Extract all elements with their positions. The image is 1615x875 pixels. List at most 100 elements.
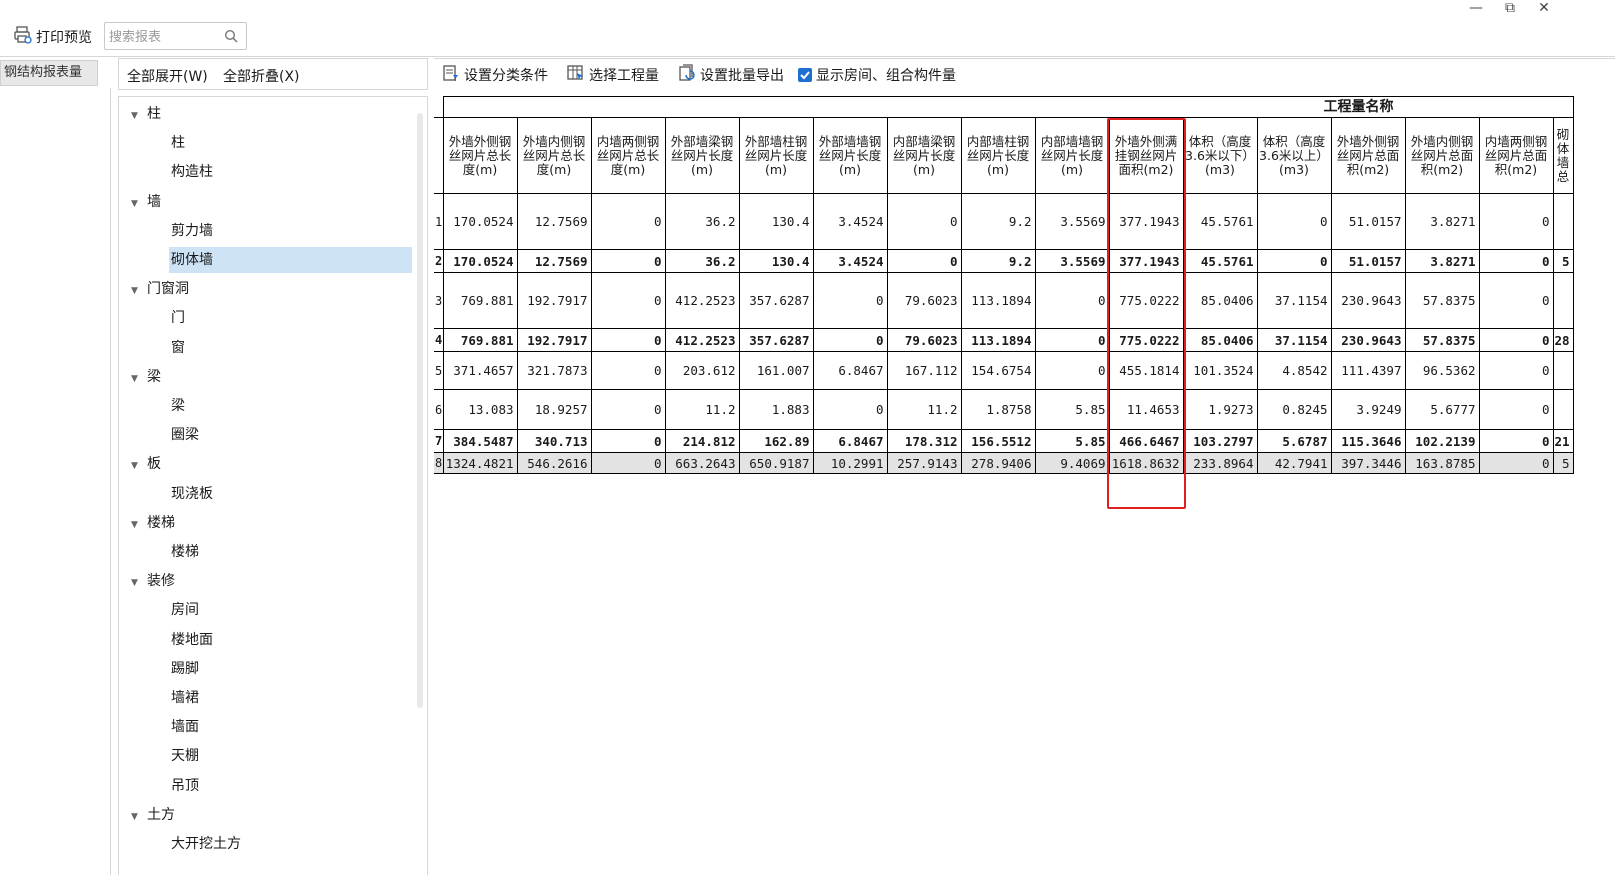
table-cell[interactable]: 11.2 [664, 389, 740, 430]
table-cell[interactable]: 371.4657 [442, 351, 518, 390]
column-header[interactable]: 外墙外侧钢丝网片总面积(m2) [1330, 117, 1406, 194]
tree-item[interactable]: 踢脚 [169, 656, 412, 682]
table-cell[interactable]: 103.2797 [1182, 429, 1258, 453]
tree-category[interactable]: ▼ 柱 [131, 101, 161, 127]
close-button[interactable]: ✕ [1531, 0, 1557, 18]
table-cell[interactable]: 0 [1256, 249, 1332, 273]
tree-category[interactable]: ▼ 门窗洞 [131, 276, 189, 302]
batch-export-button[interactable]: 设置批量导出 [678, 64, 784, 85]
table-cell[interactable]: 0 [1478, 249, 1554, 273]
table-cell[interactable]: 214.812 [664, 429, 740, 453]
table-cell[interactable]: 10.2991 [812, 452, 888, 474]
column-header[interactable]: 外部墙梁钢丝网片长度(m) [664, 117, 740, 194]
set-category-button[interactable]: 设置分类条件 [442, 65, 548, 85]
table-cell[interactable]: 3.9249 [1330, 389, 1406, 430]
table-cell[interactable]: 130.4 [738, 193, 814, 250]
table-cell[interactable]: 230.9643 [1330, 328, 1406, 352]
table-cell[interactable]: 111.4397 [1330, 351, 1406, 390]
table-cell[interactable]: 6.8467 [812, 429, 888, 453]
table-cell[interactable]: 192.7917 [516, 272, 592, 329]
tree-item[interactable]: 现浇板 [169, 481, 412, 507]
table-cell[interactable]: 1618.8632 [1108, 452, 1184, 474]
tree-item[interactable]: 窗 [169, 335, 412, 361]
table-cell[interactable]: 1.8758 [960, 389, 1036, 430]
table-cell[interactable]: 0 [590, 389, 666, 430]
tree-item[interactable]: 楼梯 [169, 539, 412, 565]
table-cell[interactable]: 0 [590, 351, 666, 390]
table-cell[interactable]: 1.9273 [1182, 389, 1258, 430]
table-cell[interactable]: 170.0524 [442, 193, 518, 250]
tree-category[interactable]: ▼ 装修 [131, 568, 175, 594]
report-search-input[interactable] [107, 24, 221, 50]
table-cell[interactable]: 96.5362 [1404, 351, 1480, 390]
table-cell[interactable]: 4.8542 [1256, 351, 1332, 390]
collapse-all-button[interactable]: 全部折叠(X) [223, 66, 300, 86]
restore-button[interactable]: ⧉ [1497, 0, 1523, 18]
tree-item[interactable]: 砌体墙 [169, 247, 412, 273]
table-cell[interactable]: 0 [1478, 452, 1554, 474]
column-header[interactable]: 体积（高度3.6米以下）(m3) [1182, 117, 1258, 194]
table-cell[interactable]: 9.4069 [1034, 452, 1110, 474]
table-row[interactable]: 5 371.4657 321.7873 0 203.612 161.007 6.8467 16… [434, 351, 1574, 390]
table-cell[interactable] [1552, 351, 1574, 390]
column-header[interactable]: 内部墙墙钢丝网片长度(m) [1034, 117, 1110, 194]
table-cell[interactable]: 0 [886, 249, 962, 273]
tree-item[interactable]: 梁 [169, 393, 412, 419]
table-row[interactable]: 7 384.5487 340.713 0 214.812 162.89 6.8467 178.… [434, 429, 1574, 453]
table-cell[interactable]: 769.881 [442, 328, 518, 352]
table-cell[interactable]: 0 [590, 429, 666, 453]
table-cell[interactable]: 663.2643 [664, 452, 740, 474]
table-cell[interactable] [1552, 389, 1574, 430]
expand-arrow-icon[interactable]: ▼ [131, 512, 147, 538]
table-cell[interactable]: 57.8375 [1404, 272, 1480, 329]
expand-arrow-icon[interactable]: ▼ [131, 804, 147, 830]
table-cell[interactable]: 101.3524 [1182, 351, 1258, 390]
tree-item[interactable]: 墙面 [169, 714, 412, 740]
column-header[interactable]: 外墙外侧满挂钢丝网片面积(m2) [1108, 117, 1184, 194]
table-cell[interactable]: 12.7569 [516, 249, 592, 273]
table-cell[interactable]: 5.6777 [1404, 389, 1480, 430]
tree-item[interactable]: 楼地面 [169, 627, 412, 653]
table-cell[interactable]: 12.7569 [516, 193, 592, 250]
table-cell[interactable]: 85.0406 [1182, 272, 1258, 329]
table-cell[interactable]: 769.881 [442, 272, 518, 329]
table-cell[interactable]: 0 [886, 193, 962, 250]
table-cell[interactable]: 37.1154 [1256, 272, 1332, 329]
table-cell[interactable]: 0 [1478, 389, 1554, 430]
column-header[interactable]: 内墙两侧钢丝网片总面积(m2) [1478, 117, 1554, 194]
tree-item[interactable]: 大开挖土方 [169, 831, 412, 857]
select-quantity-button[interactable]: 选择工程量 [567, 65, 659, 85]
expand-arrow-icon[interactable]: ▼ [131, 366, 147, 392]
checkbox-checked-icon[interactable] [798, 68, 812, 82]
table-cell[interactable]: 36.2 [664, 249, 740, 273]
table-cell[interactable]: 357.6287 [738, 328, 814, 352]
table-cell[interactable]: 3.8271 [1404, 249, 1480, 273]
table-cell[interactable]: 156.5512 [960, 429, 1036, 453]
table-cell[interactable]: 170.0524 [442, 249, 518, 273]
expand-arrow-icon[interactable]: ▼ [131, 191, 147, 217]
table-cell[interactable]: 42.7941 [1256, 452, 1332, 474]
table-cell[interactable]: 1.883 [738, 389, 814, 430]
table-cell[interactable]: 163.8785 [1404, 452, 1480, 474]
show-rooms-checkbox[interactable]: 显示房间、组合构件量 [798, 65, 956, 85]
table-cell[interactable]: 3.5569 [1034, 249, 1110, 273]
search-icon[interactable] [224, 29, 238, 47]
table-cell[interactable]: 0.8245 [1256, 389, 1332, 430]
table-cell[interactable]: 0 [590, 328, 666, 352]
table-cell[interactable]: 51.0157 [1330, 193, 1406, 250]
table-cell[interactable]: 466.6467 [1108, 429, 1184, 453]
table-cell[interactable]: 0 [1478, 193, 1554, 250]
table-cell[interactable]: 3.4524 [812, 249, 888, 273]
sidebar-tab-steel-report[interactable]: 钢结构报表量 [0, 60, 98, 86]
table-cell[interactable]: 278.9406 [960, 452, 1036, 474]
tree-category[interactable]: ▼ 板 [131, 451, 161, 477]
table-cell[interactable]: 650.9187 [738, 452, 814, 474]
table-cell[interactable]: 0 [1034, 328, 1110, 352]
table-cell[interactable]: 0 [1478, 328, 1554, 352]
table-cell[interactable]: 1324.4821 [442, 452, 518, 474]
table-cell[interactable]: 161.007 [738, 351, 814, 390]
table-cell[interactable]: 357.6287 [738, 272, 814, 329]
table-cell[interactable]: 233.8964 [1182, 452, 1258, 474]
expand-arrow-icon[interactable]: ▼ [131, 278, 147, 304]
table-cell[interactable]: 775.0222 [1108, 272, 1184, 329]
